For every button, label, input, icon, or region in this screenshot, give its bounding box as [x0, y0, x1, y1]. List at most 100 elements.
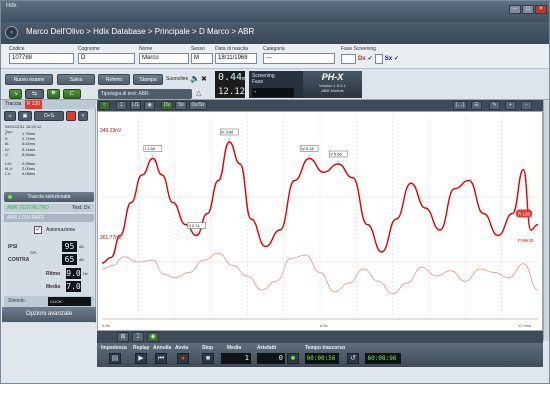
codice-input[interactable]: 107788	[9, 53, 74, 64]
traccia-badge: R 120	[24, 100, 42, 109]
nome-field: Nome Marco	[139, 46, 189, 64]
cursor-bottom-icon[interactable]: ⌶	[132, 332, 144, 342]
close-icon[interactable]: ×	[535, 5, 547, 14]
breadcrumb: Marco Dell'Olivo > Hdix Database > Princ…	[26, 27, 255, 36]
dx-toggle[interactable]: Dx	[161, 101, 173, 110]
automazione-label: Automazione	[46, 227, 76, 233]
ritmo-label: Ritmo	[46, 271, 61, 277]
referto-button[interactable]: Referto	[98, 74, 130, 85]
tempo-label: Tempo trascorso	[305, 345, 346, 351]
user-icon[interactable]: ☺	[4, 111, 16, 121]
sound-icon[interactable]: 🔈	[190, 74, 200, 83]
traccia-label: Traccia	[5, 101, 22, 107]
tools-icon[interactable]: ✖	[201, 75, 207, 83]
latency-row: I-V: 4.08ms	[5, 171, 65, 176]
fase-select[interactable]	[341, 53, 356, 64]
automazione-checkbox[interactable]: ✓	[34, 226, 42, 234]
artefatti-counter: 0	[257, 353, 285, 364]
nome-label: Nome	[139, 46, 153, 52]
impedenza-label: Impedenza	[101, 345, 127, 351]
salva-button[interactable]: Salva	[57, 74, 95, 85]
contra-unit-icon: dB	[79, 257, 84, 262]
categoria-select[interactable]: ---	[263, 53, 335, 64]
green-lock-icon[interactable]: ⊏	[63, 89, 81, 99]
dxsx-toggle[interactable]: Dx/Sx	[189, 101, 207, 110]
automazione-row: ✓ Automazione	[4, 225, 94, 235]
cursor-icon[interactable]: ⌶	[116, 101, 127, 110]
minimize-icon[interactable]: –	[509, 5, 521, 14]
stop-label: Stop	[202, 345, 214, 351]
zoom-icon[interactable]: ⊞	[117, 332, 129, 342]
sesso-select[interactable]: M	[191, 53, 213, 64]
avvia-button[interactable]: ●	[177, 353, 189, 364]
nuovo-esame-button[interactable]: Nuovo esame	[5, 74, 53, 85]
acquisition-controls: Impedenza Replay Annulla Avvia Stop Medi…	[97, 343, 543, 367]
ipsi-unit-icon: dB	[79, 244, 84, 249]
traccia-selezionata-button[interactable]: Traccia selezionata	[4, 192, 94, 202]
bracket-icon[interactable]: […]	[453, 101, 467, 110]
media-value[interactable]: 7.0	[66, 281, 81, 292]
lock-icon[interactable]: ▣	[18, 111, 32, 121]
ipsi-value[interactable]: 95	[62, 241, 77, 252]
replay-label: Replay	[133, 345, 150, 351]
peak-label: I 1.58	[145, 146, 156, 151]
fase-screening-row: Dx ✓ Sx ✓	[341, 53, 421, 64]
stampa-button[interactable]: Stampa	[133, 74, 163, 85]
replay-button[interactable]: ▶	[135, 353, 147, 364]
fase-screening-field: Fase Screening Dx ✓ Sx ✓	[341, 46, 421, 64]
main-toolbar: Nuovo esame Salva Referto Stampa Suonoli…	[1, 69, 549, 100]
minus-icon[interactable]: −	[521, 101, 532, 110]
screening-value: -	[252, 88, 294, 97]
left-panel: Traccia R 120 ☺ ▣ D+S × 08/01/2011 18:26…	[2, 100, 96, 323]
reset-icon[interactable]: ↺	[347, 353, 359, 364]
media-row: Media 7.0	[4, 281, 94, 293]
nascita-input[interactable]: 18/11/1968	[215, 53, 257, 64]
sx-toggle[interactable]: Sx	[175, 101, 187, 110]
dx-button[interactable]: D+S	[34, 111, 64, 121]
vertical-scrollbar[interactable]	[543, 100, 549, 341]
stimolo-select[interactable]: CLICK	[48, 297, 91, 306]
l1-button[interactable]: L/1	[130, 101, 141, 110]
eye-icon[interactable]: ◉	[144, 101, 155, 110]
list-icon[interactable]: ☰	[471, 101, 482, 110]
wave-icon[interactable]: ≈	[99, 101, 110, 110]
fase-dx-select[interactable]	[374, 53, 383, 64]
close-trace-icon[interactable]: ×	[78, 111, 88, 121]
fase-sx-check-icon[interactable]: ✓	[394, 55, 399, 62]
nome-input[interactable]: Marco	[139, 53, 189, 64]
opzioni-avanzate-button[interactable]: Opzioni avanzate	[2, 307, 96, 322]
tipologia-test[interactable]: Tipologia di test: ABR	[98, 89, 192, 99]
green-arrow-icon[interactable]: ↘	[9, 89, 22, 99]
cognome-input[interactable]: D	[78, 53, 135, 64]
sesso-label: Sesso	[191, 46, 205, 52]
red-color-icon[interactable]	[66, 111, 76, 121]
lcd-value-1: 0.44	[218, 72, 243, 83]
pen-icon[interactable]: ✎	[489, 101, 500, 110]
peak-label: III 3.66	[221, 130, 234, 135]
low-rate-row[interactable]: ABR LOW RATE	[4, 214, 94, 222]
screening-fase-label: Fase	[252, 79, 264, 85]
maximize-icon[interactable]: □	[522, 5, 534, 14]
title-bar: Hdx – □ ×	[1, 1, 549, 22]
media-counter: 1	[221, 353, 251, 364]
screening-panel: Screening Fase -	[249, 71, 303, 98]
cognome-field: Cognome D	[78, 46, 135, 64]
ph-x-logo: PH-X	[321, 72, 344, 82]
test-row: ABR TEST/ALTRO Test: Dx	[4, 204, 94, 212]
plus-icon[interactable]: +	[505, 101, 516, 110]
stop-button[interactable]: ■	[202, 353, 214, 364]
annulla-button[interactable]: ⏮	[155, 353, 167, 364]
back-icon[interactable]: ‹	[5, 26, 18, 39]
stimolo-row: Stimolo CLICK	[4, 296, 94, 307]
waveform-chart[interactable]: 0.0s 6.0s 12.0ms 249.23nV 261.77nV R 120 P 99/…	[97, 111, 543, 331]
nascita-field: Data di nascita 18/11/1968	[215, 46, 257, 64]
codice-label: Codice	[9, 46, 25, 52]
green-flag-icon[interactable]: ⚑	[47, 89, 60, 99]
fase-dx-check-icon[interactable]: ✓	[368, 55, 373, 62]
ritmo-value[interactable]: 9.0	[66, 268, 81, 279]
latency-table: I: 1.76ms II: 2.74ms III: 3.64ms IV: 5.14ms V: 5.…	[5, 131, 65, 177]
trace-tools-icon[interactable]: ⇆	[25, 89, 44, 99]
impedenza-button[interactable]: ▤	[109, 353, 121, 364]
eye-bottom-icon[interactable]: ◉	[147, 332, 159, 342]
contra-value[interactable]: 65	[62, 254, 77, 265]
